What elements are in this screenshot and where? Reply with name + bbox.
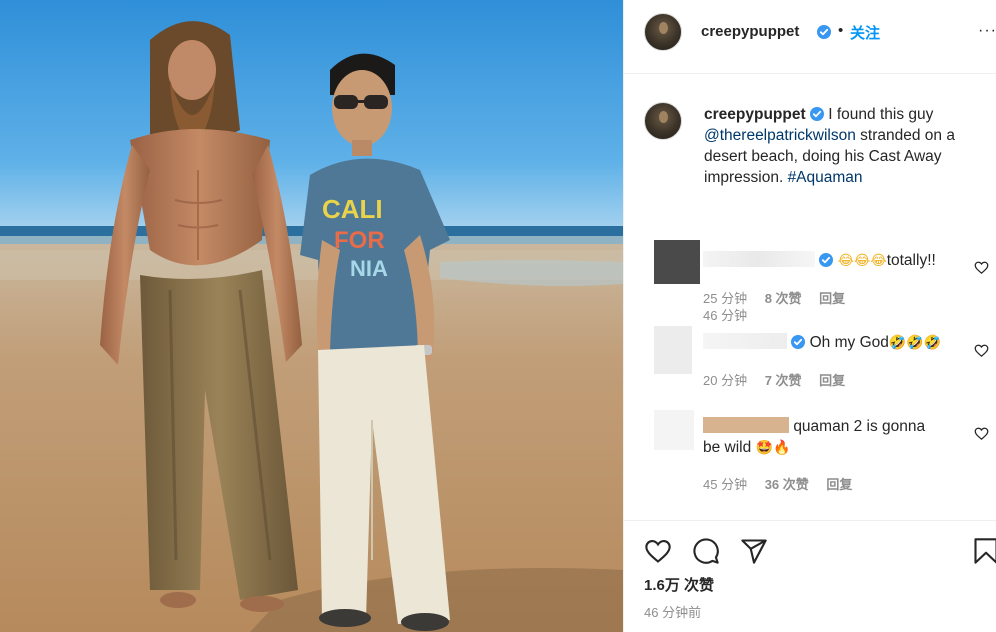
comment-timestamp: 20 分钟 bbox=[703, 373, 748, 388]
verified-badge-icon bbox=[791, 335, 806, 349]
author-avatar[interactable] bbox=[644, 13, 682, 51]
caption-avatar[interactable] bbox=[644, 102, 682, 140]
comment-reply-button[interactable]: 回复 bbox=[826, 477, 852, 492]
comment-meta: 20 分钟 7 次赞 回复 bbox=[703, 370, 859, 389]
verified-badge-icon bbox=[819, 253, 834, 267]
share-icon[interactable] bbox=[740, 537, 768, 565]
comment-emoji: 😂😂😂 bbox=[837, 253, 887, 269]
verified-badge-icon bbox=[809, 107, 824, 121]
comment-meta: 45 分钟 36 次赞 回复 bbox=[703, 474, 866, 493]
comment-likes-count[interactable]: 8 次赞 bbox=[765, 291, 802, 306]
comment-text: quaman 2 is gonna be wild 🤩🔥 bbox=[703, 416, 943, 459]
comment-emoji: 🤣🤣🤣 bbox=[888, 335, 942, 351]
commenter-avatar[interactable] bbox=[654, 410, 694, 450]
post-photo[interactable]: CALI FOR NIA bbox=[0, 0, 623, 632]
comment-likes-count[interactable]: 36 次赞 bbox=[765, 477, 809, 492]
comment-timestamp: 25 分钟 bbox=[703, 291, 748, 306]
commenter-avatar[interactable] bbox=[654, 326, 692, 374]
comment-reply-button[interactable]: 回复 bbox=[819, 373, 845, 388]
caption-body-start: I found this guy bbox=[828, 106, 934, 123]
bookmark-icon[interactable] bbox=[972, 537, 996, 565]
shirt-print-line2: FOR bbox=[334, 227, 385, 254]
caption-timestamp: 46 分钟 bbox=[703, 308, 748, 323]
author-username[interactable]: creepypuppet bbox=[701, 23, 799, 40]
commenter-username-redacted[interactable] bbox=[703, 333, 787, 349]
caption-text: creepypuppet I found this guy @thereelpa… bbox=[704, 104, 994, 188]
commenter-avatar[interactable] bbox=[654, 240, 700, 284]
comment-meta: 25 分钟 8 次赞 回复 bbox=[703, 288, 859, 307]
comment-likes-count[interactable]: 7 次赞 bbox=[765, 373, 802, 388]
follow-button[interactable]: 关注 bbox=[850, 22, 880, 43]
caption-username[interactable]: creepypuppet bbox=[704, 106, 806, 123]
comment-body: totally!! bbox=[886, 252, 936, 269]
comment-like-heart-icon[interactable] bbox=[974, 260, 989, 275]
separator-dot: • bbox=[838, 22, 844, 39]
comment-icon[interactable] bbox=[692, 537, 720, 565]
heart-icon[interactable] bbox=[644, 537, 672, 565]
comment-body: Oh my God bbox=[809, 334, 889, 351]
post-header: creepypuppet • 关注 ··· bbox=[624, 0, 996, 74]
comment-reply-button[interactable]: 回复 bbox=[819, 291, 845, 306]
verified-badge-icon bbox=[817, 25, 831, 39]
comment-emoji: 🤩🔥 bbox=[755, 440, 791, 456]
comment-like-heart-icon[interactable] bbox=[974, 426, 989, 441]
comment-timestamp: 45 分钟 bbox=[703, 477, 748, 492]
post-timestamp: 46 分钟前 bbox=[644, 605, 702, 620]
commenter-username-redacted[interactable] bbox=[703, 251, 815, 267]
post-side-panel: creepypuppet • 关注 ··· creepypuppet I fou… bbox=[623, 0, 996, 632]
shirt-print-line3: NIA bbox=[350, 256, 388, 281]
post-likes-total[interactable]: 1.6万 次赞 bbox=[644, 574, 714, 595]
more-options-icon[interactable]: ··· bbox=[978, 22, 996, 40]
commenter-username-redacted[interactable] bbox=[703, 417, 789, 433]
caption-mention-link[interactable]: @thereelpatrickwilson bbox=[704, 127, 856, 144]
comment-text: 😂😂😂totally!! bbox=[703, 250, 936, 272]
comment-like-heart-icon[interactable] bbox=[974, 343, 989, 358]
beach-photo-illustration: CALI FOR NIA bbox=[0, 0, 623, 632]
caption-hashtag-link[interactable]: #Aquaman bbox=[788, 169, 863, 186]
shirt-print-line1: CALI bbox=[322, 194, 383, 224]
comment-text: Oh my God🤣🤣🤣 bbox=[703, 332, 941, 354]
